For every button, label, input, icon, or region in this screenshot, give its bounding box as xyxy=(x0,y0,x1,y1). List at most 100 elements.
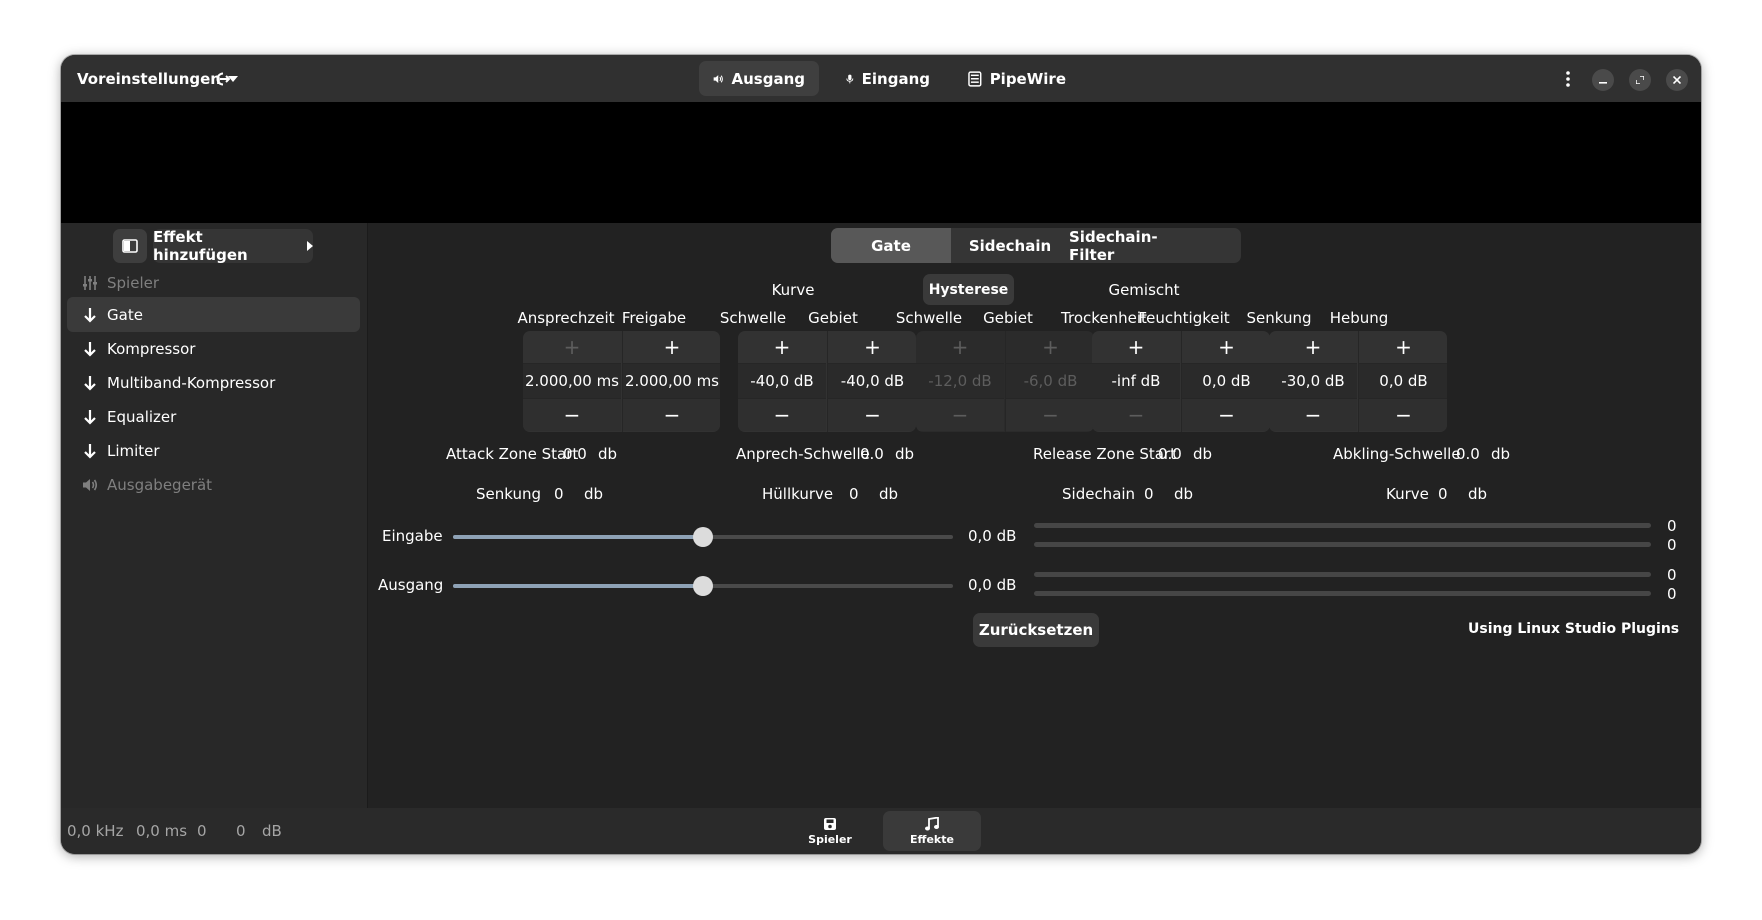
sidebar-item-multiband-kompressor[interactable]: Multiband-Kompressor xyxy=(67,365,360,400)
kebab-menu-icon xyxy=(1566,71,1570,87)
readout-value: 0 xyxy=(849,485,859,503)
sidebar-item-kompressor[interactable]: Kompressor xyxy=(67,331,360,366)
increment-button[interactable]: + xyxy=(623,331,720,364)
decrement-button[interactable]: − xyxy=(828,398,916,431)
increment-button[interactable]: + xyxy=(1182,331,1270,364)
readout-label: Sidechain xyxy=(1062,485,1136,503)
hysteresis-toggle-button[interactable]: Hysterese xyxy=(923,274,1014,305)
control-label: Trockenheit xyxy=(1061,309,1147,327)
readout-label: Release Zone Start xyxy=(1033,445,1176,463)
decrement-button[interactable]: − xyxy=(1006,398,1094,431)
spectrum-visualizer xyxy=(61,102,1701,223)
save-icon xyxy=(824,817,836,830)
attack-value[interactable]: 2.000,00 ms xyxy=(523,364,621,398)
dry-value[interactable]: -inf dB xyxy=(1092,364,1180,398)
increment-button[interactable]: + xyxy=(523,331,621,364)
sidebar-item-source: Spieler xyxy=(67,265,360,300)
sidebar-item-sink: Ausgabegerät xyxy=(67,467,360,502)
release-value[interactable]: 2.000,00 ms xyxy=(623,364,720,398)
input-gain-value: 0,0 dB xyxy=(968,527,1017,545)
readout-label: Senkung xyxy=(476,485,542,503)
add-effect-button[interactable]: Effekt hinzufügen xyxy=(153,228,313,264)
close-button[interactable] xyxy=(1666,69,1688,91)
readout-unit: db xyxy=(895,445,915,463)
curve-zone-value[interactable]: -40,0 dB xyxy=(828,364,916,398)
arrow-down-icon xyxy=(81,375,99,391)
sidebar-item-limiter[interactable]: Limiter xyxy=(67,433,360,468)
control-label: Schwelle xyxy=(895,309,963,327)
speaker-icon xyxy=(81,477,99,493)
reset-button[interactable]: Zurücksetzen xyxy=(973,613,1099,647)
increment-button[interactable]: + xyxy=(1006,331,1094,364)
tab-pipewire-label: PipeWire xyxy=(989,69,1066,88)
output-level-meter-right xyxy=(1034,591,1651,596)
presets-label: Voreinstellungen xyxy=(77,70,221,88)
control-label: Freigabe xyxy=(621,309,687,327)
increment-button[interactable]: + xyxy=(828,331,916,364)
decrement-button[interactable]: − xyxy=(623,398,720,431)
increment-button[interactable]: + xyxy=(916,331,1004,364)
music-note-icon xyxy=(925,816,939,830)
main-menu-button[interactable] xyxy=(1552,63,1584,95)
decrement-button[interactable]: − xyxy=(523,398,621,431)
close-icon xyxy=(1673,76,1681,84)
curve-zone-spinbutton: + -40,0 dB − xyxy=(827,331,916,432)
arrow-down-icon xyxy=(81,307,99,323)
decrement-button[interactable]: − xyxy=(916,398,1004,431)
hysteresis-threshold-value[interactable]: -12,0 dB xyxy=(916,364,1004,398)
hysteresis-zone-value[interactable]: -6,0 dB xyxy=(1006,364,1094,398)
increment-button[interactable]: + xyxy=(1092,331,1180,364)
decrement-button[interactable]: − xyxy=(1359,398,1447,431)
sidebar-toggle-icon xyxy=(122,239,138,253)
readout-unit: db xyxy=(584,485,604,503)
reduction-value[interactable]: -30,0 dB xyxy=(1269,364,1357,398)
nav-spieler[interactable]: Spieler xyxy=(781,811,879,851)
reset-presets-button[interactable] xyxy=(206,63,238,95)
control-label: Gebiet xyxy=(808,309,858,327)
decrement-button[interactable]: − xyxy=(1092,398,1180,431)
tab-gate[interactable]: Gate xyxy=(831,228,951,263)
increment-button[interactable]: + xyxy=(1359,331,1447,364)
dry-spinbutton: + -inf dB − xyxy=(1092,331,1180,432)
output-gain-handle[interactable] xyxy=(693,576,713,596)
nav-effekte[interactable]: Effekte xyxy=(883,811,981,851)
reduction-spinbutton: + -30,0 dB − xyxy=(1269,331,1357,432)
increment-button[interactable]: + xyxy=(738,331,826,364)
tab-ausgang[interactable]: Ausgang xyxy=(699,61,819,96)
increment-button[interactable]: + xyxy=(1269,331,1357,364)
toggle-sidebar-button[interactable] xyxy=(113,229,147,263)
makeup-spinbutton: + 0,0 dB − xyxy=(1358,331,1447,432)
tab-eingang[interactable]: Eingang xyxy=(832,61,944,96)
release-spinbutton: + 2.000,00 ms − xyxy=(622,331,720,432)
curve-threshold-value[interactable]: -40,0 dB xyxy=(738,364,826,398)
tab-pipewire[interactable]: PipeWire xyxy=(954,61,1080,96)
makeup-value[interactable]: 0,0 dB xyxy=(1359,364,1447,398)
decrement-button[interactable]: − xyxy=(738,398,826,431)
tab-sidechain[interactable]: Sidechain xyxy=(951,228,1069,263)
control-label: Schwelle xyxy=(719,309,787,327)
readout-unit: db xyxy=(598,445,618,463)
tab-sidechain-filter[interactable]: Sidechain-Filter xyxy=(1069,228,1195,263)
source-label: Spieler xyxy=(107,273,160,292)
readout-label: Hüllkurve xyxy=(762,485,834,503)
mix-control-group: + -inf dB − + 0,0 dB − xyxy=(1092,331,1270,432)
hysteresis-control-group: + -12,0 dB − + -6,0 dB − xyxy=(916,331,1094,432)
decrement-button[interactable]: − xyxy=(1269,398,1357,431)
input-gain-handle[interactable] xyxy=(693,527,713,547)
minimize-button[interactable] xyxy=(1592,69,1614,91)
curve-threshold-spinbutton: + -40,0 dB − xyxy=(738,331,826,432)
sidebar-item-gate[interactable]: Gate xyxy=(67,297,360,332)
sidebar-item-label: Limiter xyxy=(107,441,160,460)
status-level-left: 0 xyxy=(197,822,207,840)
readout-unit: db xyxy=(879,485,899,503)
nav-spieler-label: Spieler xyxy=(808,832,852,846)
sidebar-item-equalizer[interactable]: Equalizer xyxy=(67,399,360,434)
status-footer: 0,0 kHz 0,0 ms 0 0 dB Spieler Effekte xyxy=(61,808,1701,854)
chip-icon xyxy=(968,70,982,87)
readout-unit: db xyxy=(1174,485,1194,503)
decrement-button[interactable]: − xyxy=(1182,398,1270,431)
maximize-button[interactable] xyxy=(1629,69,1651,91)
wet-value[interactable]: 0,0 dB xyxy=(1182,364,1270,398)
group-title-curve: Kurve xyxy=(771,281,815,299)
readout-label: Attack Zone Start xyxy=(446,445,579,463)
